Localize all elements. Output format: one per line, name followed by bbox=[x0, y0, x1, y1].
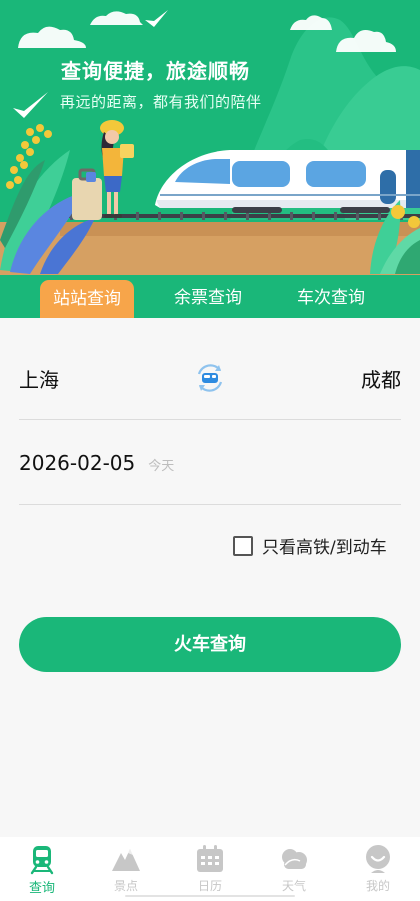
calendar-icon bbox=[197, 845, 223, 872]
bottom-nav: 查询 景点 日历 天气 我的 bbox=[0, 837, 420, 901]
divider bbox=[19, 419, 401, 420]
nav-label-calendar: 日历 bbox=[197, 879, 222, 893]
nav-item-calendar[interactable]: 日历 bbox=[168, 837, 252, 901]
nav-item-weather[interactable]: 天气 bbox=[252, 837, 336, 901]
profile-icon bbox=[366, 845, 390, 873]
gaotie-checkbox[interactable] bbox=[233, 535, 253, 556]
gaotie-label: 只看高铁/到动车 bbox=[262, 538, 387, 558]
tab-train-number[interactable]: 车次查询 bbox=[284, 281, 378, 315]
nav-item-query[interactable]: 查询 bbox=[0, 837, 84, 901]
home-indicator bbox=[125, 895, 295, 897]
to-station[interactable]: 成都 bbox=[361, 364, 401, 393]
banner-title: 查询便捷，旅途顺畅 bbox=[61, 59, 250, 83]
query-tabs: 站站查询 余票查询 车次查询 bbox=[0, 273, 420, 318]
travel-illustration bbox=[0, 10, 420, 275]
date-value: 2026-02-05 bbox=[19, 451, 136, 475]
tab-station-to-station[interactable]: 站站查询 bbox=[40, 280, 134, 318]
nav-label-profile: 我的 bbox=[365, 879, 390, 893]
date-selector[interactable]: 2026-02-05 今天 bbox=[19, 451, 174, 475]
banner-subtitle: 再远的距离，都有我们的陪伴 bbox=[60, 93, 262, 111]
train-search-button[interactable]: 火车查询 bbox=[19, 617, 401, 672]
cloud-icon bbox=[282, 849, 307, 869]
nav-label-scenic: 景点 bbox=[113, 879, 138, 893]
swap-train-icon bbox=[197, 364, 223, 392]
hero-banner: 查询便捷，旅途顺畅 再远的距离，都有我们的陪伴 bbox=[0, 0, 420, 318]
tab-remaining-tickets[interactable]: 余票查询 bbox=[161, 281, 255, 315]
nav-label-query: 查询 bbox=[28, 881, 55, 896]
date-hint: 今天 bbox=[148, 459, 175, 474]
gaotie-filter[interactable]: 只看高铁/到动车 bbox=[233, 533, 387, 558]
train-icon bbox=[30, 846, 54, 875]
nav-item-scenic[interactable]: 景点 bbox=[84, 837, 168, 901]
nav-item-profile[interactable]: 我的 bbox=[336, 837, 420, 901]
from-station[interactable]: 上海 bbox=[19, 364, 59, 393]
swap-stations-button[interactable] bbox=[193, 361, 227, 395]
app-root: 查询便捷，旅途顺畅 再远的距离，都有我们的陪伴 站站查询 余票查询 车次查询 上… bbox=[0, 0, 420, 901]
divider bbox=[19, 504, 401, 505]
mountain-icon bbox=[112, 849, 140, 871]
nav-label-weather: 天气 bbox=[281, 879, 306, 893]
